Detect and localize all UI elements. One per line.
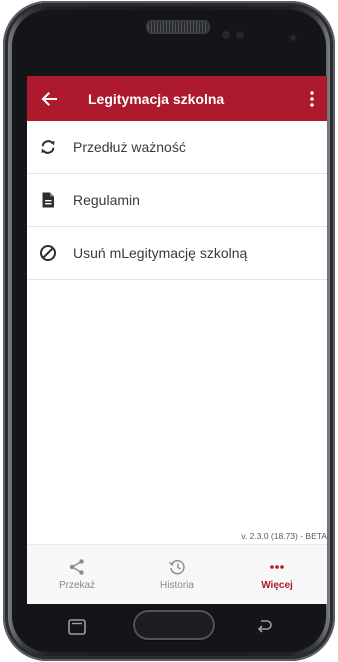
proximity-sensor xyxy=(222,31,230,39)
home-key[interactable] xyxy=(133,610,215,640)
app-version: v. 2.3.0 (18.73) - BETA xyxy=(241,531,327,541)
app-bar: Legitymacja szkolna xyxy=(27,76,327,121)
nav-label: Więcej xyxy=(261,580,293,591)
bottom-navigation: Przekaż Historia Więcej xyxy=(27,544,327,604)
options-menu: Przedłuż ważność Regulamin Usuń mLegitym… xyxy=(27,121,327,280)
back-button[interactable] xyxy=(27,76,71,121)
more-horizontal-icon xyxy=(270,565,284,569)
back-key[interactable] xyxy=(254,618,274,636)
page-title: Legitymacja szkolna xyxy=(88,90,225,107)
front-camera xyxy=(289,34,297,42)
nav-item-share[interactable]: Przekaż xyxy=(27,545,127,604)
menu-item-extend-validity[interactable]: Przedłuż ważność xyxy=(27,121,327,174)
history-icon xyxy=(169,560,185,575)
nav-item-history[interactable]: Historia xyxy=(127,545,227,604)
menu-item-remove-id[interactable]: Usuń mLegitymację szkolną xyxy=(27,227,327,280)
refresh-icon xyxy=(39,138,57,156)
screen: Legitymacja szkolna Przedłuż ważność Reg… xyxy=(27,76,327,604)
menu-item-regulations[interactable]: Regulamin xyxy=(27,174,327,227)
earpiece-speaker xyxy=(146,20,210,34)
menu-item-label: Przedłuż ważność xyxy=(73,139,186,155)
arrow-left-icon xyxy=(41,91,57,106)
share-icon xyxy=(69,559,84,575)
overflow-menu-button[interactable] xyxy=(297,76,327,121)
recent-apps-key[interactable] xyxy=(67,618,87,636)
more-vertical-icon xyxy=(310,90,314,107)
nav-label: Przekaż xyxy=(58,580,96,591)
document-icon xyxy=(39,191,57,209)
menu-item-label: Regulamin xyxy=(73,192,140,208)
nav-label: Historia xyxy=(160,580,194,591)
stage: Legitymacja szkolna Przedłuż ważność Reg… xyxy=(0,0,338,662)
menu-item-label: Usuń mLegitymację szkolną xyxy=(73,245,248,261)
block-icon xyxy=(39,244,57,262)
nav-item-more[interactable]: Więcej xyxy=(227,545,327,604)
